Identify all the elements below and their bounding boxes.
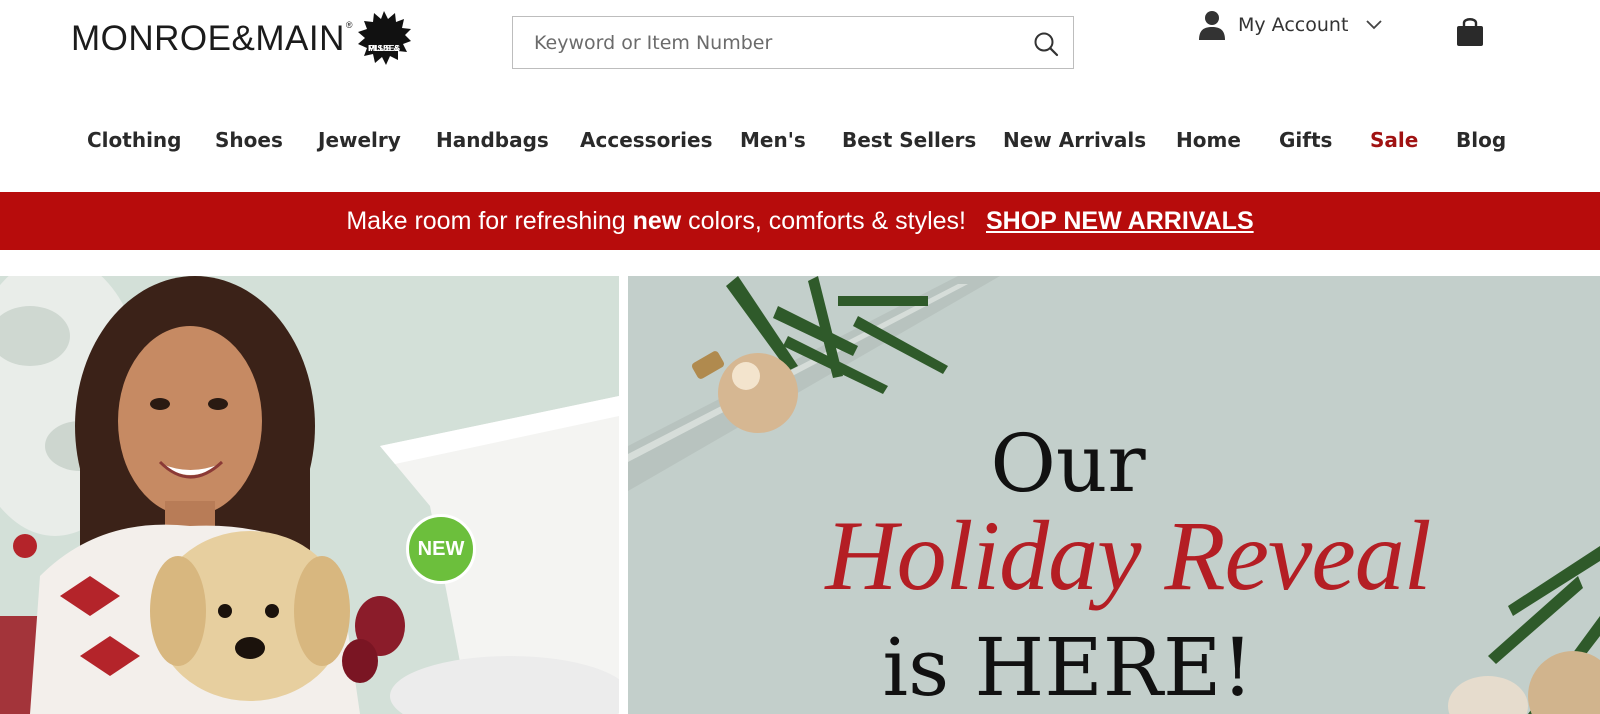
promo-message: Make room for refreshing new colors, com… xyxy=(346,207,966,236)
logo-word-main: MAIN xyxy=(255,18,345,58)
shop-new-arrivals-link[interactable]: SHOP NEW ARRIVALS xyxy=(986,207,1254,236)
promo-message-start: Make room for refreshing xyxy=(346,206,633,235)
hero-headline-line-1: Our xyxy=(990,417,1146,510)
shopping-bag-icon[interactable] xyxy=(1455,16,1485,48)
nav-item-new-arrivals[interactable]: New Arrivals xyxy=(1003,118,1146,162)
site-header: MONROE&MAIN® PLUS &MISSES My Account xyxy=(0,0,1600,92)
model-with-puppy-image xyxy=(0,276,619,714)
nav-item-sale[interactable]: Sale xyxy=(1370,118,1418,162)
logo-ampersand: & xyxy=(231,18,256,58)
search-input[interactable] xyxy=(513,17,1073,68)
search-icon[interactable] xyxy=(1033,31,1059,57)
search-box xyxy=(512,16,1074,69)
badge-line-2: MISSES xyxy=(367,43,401,53)
main-navigation: Clothing Shoes Jewelry Handbags Accessor… xyxy=(0,118,1600,162)
nav-item-gifts[interactable]: Gifts xyxy=(1279,118,1332,162)
nav-item-home[interactable]: Home xyxy=(1176,118,1241,162)
user-icon xyxy=(1199,11,1225,40)
promo-message-end: colors, comforts & styles! xyxy=(681,206,966,235)
nav-item-jewelry[interactable]: Jewelry xyxy=(318,118,401,162)
nav-item-blog[interactable]: Blog xyxy=(1456,118,1506,162)
chevron-down-icon xyxy=(1366,20,1383,30)
hero-headline-line-3: is HERE! xyxy=(882,621,1254,714)
brand-logo[interactable]: MONROE&MAIN® PLUS & MISSES xyxy=(71,11,411,65)
my-account-label: My Account xyxy=(1238,14,1349,36)
nav-item-mens[interactable]: Men's xyxy=(740,118,806,162)
promo-message-bold: new xyxy=(632,206,682,235)
new-badge: NEW xyxy=(406,514,476,584)
nav-item-clothing[interactable]: Clothing xyxy=(87,118,181,162)
hero-left-banner[interactable]: NEW xyxy=(0,276,619,714)
my-account-menu[interactable]: My Account xyxy=(1198,8,1383,42)
nav-item-accessories[interactable]: Accessories xyxy=(580,118,713,162)
logo-word-monroe: MONROE xyxy=(71,18,232,58)
nav-item-handbags[interactable]: Handbags xyxy=(436,118,549,162)
nav-item-shoes[interactable]: Shoes xyxy=(215,118,283,162)
nav-item-best-sellers[interactable]: Best Sellers xyxy=(842,118,976,162)
hero-headline-line-2: Holiday Reveal xyxy=(825,500,1431,611)
logo-registered-mark: ® xyxy=(345,19,353,30)
promo-banner: Make room for refreshing new colors, com… xyxy=(0,192,1600,250)
plus-misses-badge: PLUS & MISSES xyxy=(357,11,411,65)
starburst-icon xyxy=(358,11,411,65)
hero-right-banner[interactable]: Our Holiday Reveal is HERE! xyxy=(628,276,1600,714)
logo-wordmark: MONROE&MAIN® xyxy=(71,18,353,58)
